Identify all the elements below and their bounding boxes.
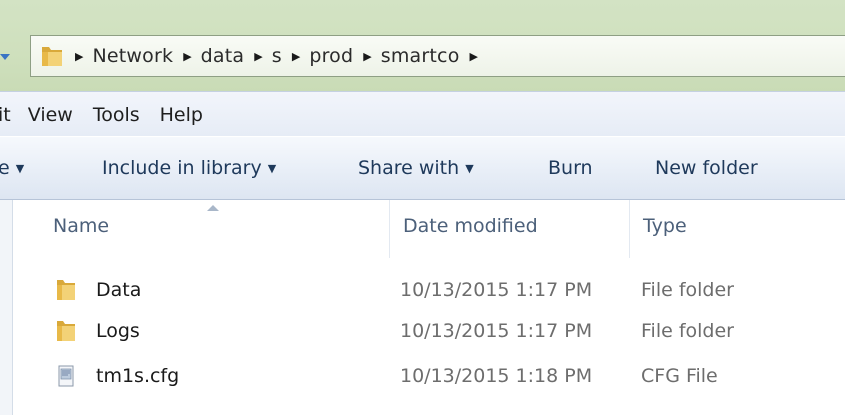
file-row-tm1s-cfg[interactable]: tm1s.cfg 10/13/2015 1:18 PM CFG File [13,357,845,397]
column-divider[interactable] [629,200,630,258]
breadcrumb-separator-icon[interactable]: ▶ [292,50,300,63]
column-header-row: Name Date modified Type [13,200,845,258]
sort-ascending-icon [207,205,219,211]
menu-bar: it View Tools Help [0,91,845,137]
breadcrumb-separator-icon[interactable]: ▶ [254,50,262,63]
chevron-down-icon: ▼ [465,162,474,175]
menu-help[interactable]: Help [160,104,203,126]
address-bar[interactable]: ▶ Network ▶ data ▶ s ▶ prod ▶ smartco ▶ [30,35,845,77]
file-name: tm1s.cfg [96,365,180,387]
file-type: CFG File [641,365,718,387]
file-date-modified: 10/13/2015 1:17 PM [400,279,593,301]
breadcrumb-separator-icon[interactable]: ▶ [183,50,191,63]
column-header-name[interactable]: Name [53,215,109,237]
folder-icon [42,47,62,66]
menu-edit[interactable]: it [0,104,11,126]
breadcrumb-data[interactable]: data [201,45,245,67]
file-row-data[interactable]: Data 10/13/2015 1:17 PM File folder [13,271,845,311]
file-date-modified: 10/13/2015 1:18 PM [400,365,593,387]
file-type: File folder [641,320,734,342]
chevron-down-icon: ▼ [267,162,277,175]
file-row-logs[interactable]: Logs 10/13/2015 1:17 PM File folder [13,312,845,352]
file-date-modified: 10/13/2015 1:17 PM [400,320,593,342]
breadcrumb-s[interactable]: s [272,45,282,67]
window-titlebar: ▶ Network ▶ data ▶ s ▶ prod ▶ smartco ▶ [0,0,845,91]
chevron-down-icon: ▼ [15,162,25,175]
folder-icon [57,280,75,300]
column-header-type[interactable]: Type [643,215,687,237]
new-folder-button[interactable]: New folder [655,157,758,179]
burn-button[interactable]: Burn [548,157,593,179]
column-header-date-modified[interactable]: Date modified [403,215,538,237]
breadcrumb-separator-icon[interactable]: ▶ [363,50,371,63]
breadcrumb-separator-icon[interactable]: ▶ [470,50,478,63]
folder-icon [57,321,75,341]
breadcrumb-separator-icon[interactable]: ▶ [75,50,83,63]
breadcrumb-network[interactable]: Network [92,45,173,67]
file-name: Logs [96,320,140,342]
breadcrumb-prod[interactable]: prod [309,45,353,67]
column-divider[interactable] [389,200,390,258]
organize-button[interactable]: e ▼ [0,157,24,179]
share-with-button[interactable]: Share with ▼ [358,157,474,179]
file-name: Data [96,279,142,301]
command-bar: e ▼ Include in library ▼ Share with ▼ Burn … [0,136,845,200]
menu-view[interactable]: View [28,104,73,126]
menu-tools[interactable]: Tools [93,104,140,126]
breadcrumb-smartco[interactable]: smartco [381,45,460,67]
document-icon [58,365,74,387]
navigation-pane[interactable] [0,200,13,415]
file-type: File folder [641,279,734,301]
include-in-library-button[interactable]: Include in library ▼ [102,157,276,179]
recent-pages-dropdown-icon[interactable] [0,50,14,64]
